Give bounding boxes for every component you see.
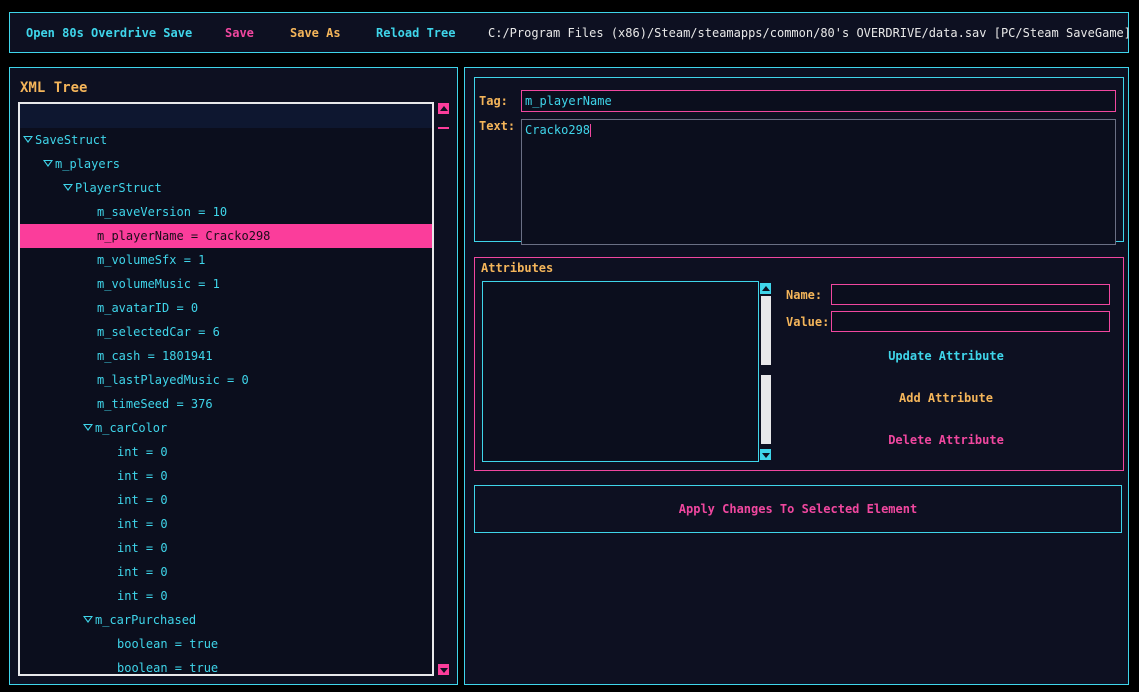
tree-row[interactable]: int = 0	[20, 512, 432, 536]
tree-row[interactable]: m_saveVersion = 10	[20, 200, 432, 224]
tree-row[interactable]: m_volumeSfx = 1	[20, 248, 432, 272]
delete-attribute-button[interactable]: Delete Attribute	[785, 433, 1107, 447]
scroll-up-icon[interactable]	[438, 103, 449, 114]
tree-node-label: m_players	[55, 157, 121, 171]
open-save-button[interactable]: Open 80s Overdrive Save	[26, 26, 192, 40]
tree-row[interactable]: int = 0	[20, 488, 432, 512]
tree-header	[20, 104, 432, 128]
tree-row[interactable]: m_lastPlayedMusic = 0	[20, 368, 432, 392]
tree-node-label: int = 0	[117, 445, 168, 459]
text-caret	[590, 124, 592, 137]
tree-row[interactable]: SaveStruct	[20, 128, 432, 152]
tree-node-label: PlayerStruct	[75, 181, 162, 195]
tree-node-label: m_carPurchased	[95, 613, 197, 627]
tree-node-label: m_lastPlayedMusic = 0	[97, 373, 249, 387]
attr-value-input[interactable]	[831, 311, 1110, 332]
attr-name-label: Name:	[786, 288, 823, 302]
tree-node-label: int = 0	[117, 589, 168, 603]
scroll-up-icon[interactable]	[760, 283, 771, 294]
file-path-label: C:/Program Files (x86)/Steam/steamapps/c…	[488, 26, 1131, 40]
tree-row[interactable]: m_selectedCar = 6	[20, 320, 432, 344]
tree-row[interactable]: int = 0	[20, 464, 432, 488]
tag-label: Tag:	[479, 94, 508, 108]
expand-toggle-icon[interactable]	[43, 160, 53, 167]
attr-name-input[interactable]	[831, 284, 1110, 305]
scroll-down-icon[interactable]	[438, 664, 449, 675]
save-button[interactable]: Save	[225, 26, 254, 40]
add-attribute-button[interactable]: Add Attribute	[785, 391, 1107, 405]
attribute-list[interactable]	[482, 281, 759, 462]
tree-row[interactable]: m_volumeMusic = 1	[20, 272, 432, 296]
scroll-down-icon[interactable]	[760, 449, 771, 460]
tag-input[interactable]	[521, 90, 1116, 112]
tree-node-label: m_cash = 1801941	[97, 349, 213, 363]
tree-row[interactable]: int = 0	[20, 584, 432, 608]
tree-node-label: boolean = true	[117, 661, 219, 675]
attributes-title: Attributes	[481, 261, 554, 275]
expand-toggle-icon[interactable]	[63, 184, 73, 191]
tree-node-label: m_avatarID = 0	[97, 301, 199, 315]
tree-node-label: int = 0	[117, 493, 168, 507]
reload-tree-button[interactable]: Reload Tree	[376, 26, 455, 40]
text-label: Text:	[479, 119, 516, 133]
tree-node-label: boolean = true	[117, 637, 219, 651]
tree-row[interactable]: m_avatarID = 0	[20, 296, 432, 320]
tree-scrollbar[interactable]	[438, 102, 450, 676]
tree-node-label: SaveStruct	[35, 133, 108, 147]
expand-toggle-icon[interactable]	[23, 136, 33, 143]
tree-row[interactable]: m_carColor	[20, 416, 432, 440]
text-editor[interactable]: Cracko298	[521, 119, 1116, 245]
tree-row[interactable]: m_players	[20, 152, 432, 176]
tree-row[interactable]: m_cash = 1801941	[20, 344, 432, 368]
tree-row[interactable]: PlayerStruct	[20, 176, 432, 200]
tag-text-group: Tag: Text: Cracko298	[474, 77, 1124, 245]
tree-node-label: int = 0	[117, 541, 168, 555]
tree-node-label: int = 0	[117, 517, 168, 531]
tree-node-label: m_timeSeed = 376	[97, 397, 213, 411]
tree-row[interactable]: int = 0	[20, 536, 432, 560]
attributes-group: Attributes Name: Value: Update Attribute…	[474, 257, 1124, 471]
save-as-button[interactable]: Save As	[290, 26, 341, 40]
tree-row-selected[interactable]: m_playerName = Cracko298	[20, 224, 432, 248]
tree-node-label: m_saveVersion = 10	[97, 205, 228, 219]
apply-changes-button[interactable]: Apply Changes To Selected Element	[474, 485, 1122, 533]
toolbar: Open 80s Overdrive Save Save Save As Rel…	[9, 12, 1131, 53]
tree-row[interactable]: int = 0	[20, 560, 432, 584]
text-value: Cracko298	[525, 123, 591, 137]
attribute-list-scrollbar[interactable]	[759, 281, 773, 462]
expand-toggle-icon[interactable]	[83, 616, 93, 623]
tree-row[interactable]: boolean = true	[20, 656, 432, 675]
tree-node-label: int = 0	[117, 469, 168, 483]
xml-tree-view[interactable]: SaveStruct m_players PlayerStruct m_saveVer…	[18, 102, 434, 676]
tree-row[interactable]: int = 0	[20, 440, 432, 464]
expand-toggle-icon[interactable]	[83, 424, 93, 431]
element-editor-panel: Tag: Text: Cracko298 Attributes Name: Va…	[464, 67, 1129, 685]
tree-node-label: m_selectedCar = 6	[97, 325, 220, 339]
update-attribute-button[interactable]: Update Attribute	[785, 349, 1107, 363]
scroll-thumb[interactable]	[438, 127, 449, 129]
tree-node-label: m_volumeMusic = 1	[97, 277, 220, 291]
tree-node-label: m_playerName = Cracko298	[97, 229, 271, 243]
tree-node-label: m_carColor	[95, 421, 168, 435]
tree-row[interactable]: boolean = true	[20, 632, 432, 656]
tree-row[interactable]: m_timeSeed = 376	[20, 392, 432, 416]
xml-tree-panel: XML Tree SaveStruct m_players PlayerStruct…	[9, 67, 458, 685]
tree-node-label: m_volumeSfx = 1	[97, 253, 206, 267]
tree-row[interactable]: m_carPurchased	[20, 608, 432, 632]
scroll-track-upper[interactable]	[761, 296, 771, 365]
attr-value-label: Value:	[786, 315, 830, 329]
tree-title: XML Tree	[20, 80, 88, 96]
scroll-track-lower[interactable]	[761, 375, 771, 444]
tree-node-label: int = 0	[117, 565, 168, 579]
